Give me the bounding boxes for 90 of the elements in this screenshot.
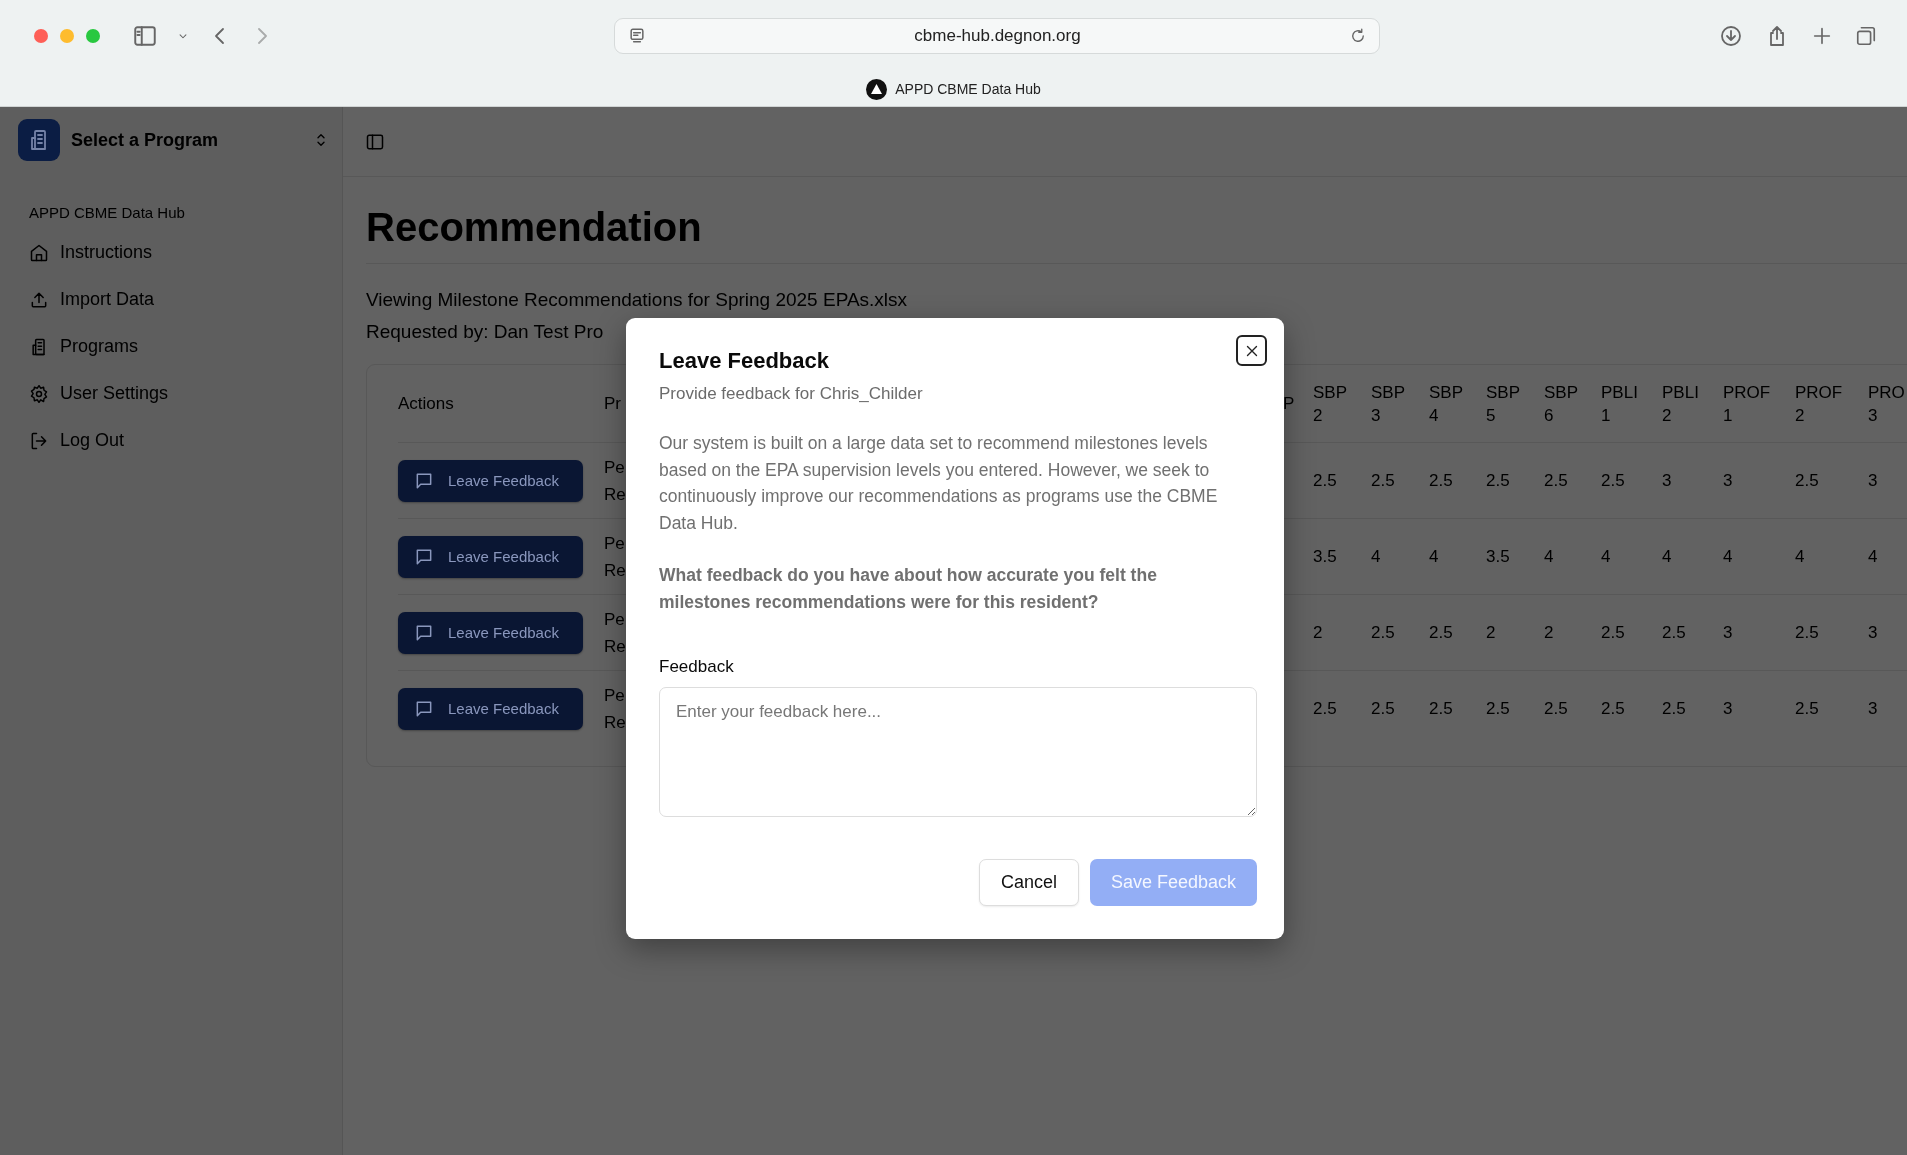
gear-icon <box>29 383 49 404</box>
table-cell: 2.5 <box>1313 698 1337 718</box>
site-logo-icon <box>866 78 888 100</box>
table-cell: 2.5 <box>1662 622 1686 642</box>
sidebar-item[interactable]: Log Out <box>29 417 125 464</box>
leave-feedback-button[interactable]: Leave Feedback <box>398 535 583 578</box>
feedback-question: What feedback do you have about how accurate you felt the milestones recommendations were for this resident? <box>659 564 1158 614</box>
dialog-subtitle: Provide feedback for Chris_Childer <box>659 384 923 404</box>
close-window-button[interactable] <box>34 29 48 43</box>
sidebar-item[interactable]: User Settings <box>29 370 169 417</box>
table-cell: 3 <box>1868 622 1878 642</box>
table-cell: 4 <box>1429 546 1439 566</box>
leave-feedback-button[interactable]: Leave Feedback <box>398 687 583 730</box>
table-cell-text: Pe Re <box>604 608 626 658</box>
address-bar[interactable]: cbme-hub.degnon.org <box>613 18 1380 54</box>
sidebar-item[interactable]: Programs <box>29 323 139 370</box>
column-header: PBLI 1 <box>1601 381 1638 427</box>
column-header: SBP 6 <box>1544 381 1578 427</box>
page-title: Recommendation <box>366 177 1907 264</box>
column-header: PBLI 2 <box>1662 381 1699 427</box>
table-cell: 3 <box>1723 698 1733 718</box>
table-cell: 3 <box>1723 622 1733 642</box>
table-cell: 2.5 <box>1795 622 1819 642</box>
table-cell: 2.5 <box>1601 698 1625 718</box>
column-header: P <box>1283 393 1295 415</box>
table-cell: 4 <box>1601 546 1611 566</box>
feedback-field[interactable]: Enter your feedback here... <box>659 687 1257 817</box>
leave-feedback-button[interactable]: Leave Feedback <box>398 611 583 654</box>
column-header: Pr <box>604 393 621 415</box>
column-header: SBP 5 <box>1486 381 1520 427</box>
table-cell: 3.5 <box>1313 546 1337 566</box>
section-label: APPD CBME Data Hub <box>29 204 185 221</box>
table-cell: 4 <box>1723 546 1733 566</box>
table-cell: 2.5 <box>1313 470 1337 490</box>
table-cell: 2 <box>1544 622 1554 642</box>
table-cell: 3 <box>1868 698 1878 718</box>
table-cell: 2.5 <box>1371 698 1395 718</box>
column-header: SBP 2 <box>1313 381 1347 427</box>
field-label: Feedback <box>659 657 734 677</box>
tabs-overview-icon[interactable] <box>1855 25 1877 47</box>
table-cell: 3 <box>1868 470 1878 490</box>
program-selector[interactable]: Select a Program <box>18 118 330 162</box>
leave-feedback-button[interactable]: Leave Feedback <box>398 459 583 502</box>
home-icon <box>29 242 49 263</box>
dialog-description: Our system is built on a large data set to recommend milestones levels based on the EPA supervision levels you entered. However, we seek to continuously improve our recommendations as programs use the CBME Data Hub. <box>659 432 1219 535</box>
tab-title[interactable]: APPD CBME Data Hub <box>895 81 1041 97</box>
table-cell: 2.5 <box>1544 698 1568 718</box>
table-cell: 2.5 <box>1601 470 1625 490</box>
table-cell: 2.5 <box>1795 470 1819 490</box>
column-header: SBP 4 <box>1429 381 1463 427</box>
table-cell: 3 <box>1662 470 1672 490</box>
table-cell: 3 <box>1723 470 1733 490</box>
sidebar-toggle-icon[interactable] <box>132 23 158 49</box>
logout-icon <box>29 430 49 451</box>
cancel-button[interactable]: Cancel <box>978 859 1079 906</box>
column-header: Actions <box>398 393 454 415</box>
table-cell: 2.5 <box>1486 698 1510 718</box>
table-cell: 4 <box>1544 546 1554 566</box>
download-icon[interactable] <box>1719 24 1743 48</box>
sidebar-item[interactable]: Import Data <box>29 276 155 323</box>
table-cell: 4 <box>1868 546 1878 566</box>
info-text: Viewing Milestone Recommendations for Spring 2025 EPAs.xlsx <box>366 288 908 312</box>
sidebar-item[interactable]: Instructions <box>29 229 153 276</box>
table-cell-text: Pe Re <box>604 456 626 506</box>
new-tab-icon[interactable] <box>1811 25 1833 47</box>
table-cell: 2.5 <box>1371 622 1395 642</box>
close-button[interactable] <box>1236 335 1267 366</box>
table-cell: 4 <box>1662 546 1672 566</box>
table-cell: 2.5 <box>1371 470 1395 490</box>
table-cell: 2.5 <box>1429 698 1453 718</box>
table-cell: 4 <box>1795 546 1805 566</box>
table-cell-text: Pe Re <box>604 532 626 582</box>
table-cell: 2.5 <box>1662 698 1686 718</box>
table-cell: 2.5 <box>1544 470 1568 490</box>
table-cell: 2 <box>1313 622 1323 642</box>
column-header: PROF 1 <box>1723 381 1771 427</box>
table-cell: 4 <box>1371 546 1381 566</box>
table-cell: 2 <box>1486 622 1496 642</box>
info-text: Requested by: Dan Test Pro <box>366 320 604 344</box>
table-cell: 2.5 <box>1429 470 1453 490</box>
table-cell: 2.5 <box>1601 622 1625 642</box>
column-header: PRO 3 <box>1868 381 1905 427</box>
table-cell-text: Pe Re <box>604 684 626 734</box>
column-header: SBP 3 <box>1371 381 1405 427</box>
dialog-title: Leave Feedback <box>659 348 829 374</box>
column-header: PROF 2 <box>1795 381 1843 427</box>
table-cell: 2.5 <box>1795 698 1819 718</box>
table-cell: 3.5 <box>1486 546 1510 566</box>
table-cell: 2.5 <box>1486 470 1510 490</box>
table-cell: 2.5 <box>1429 622 1453 642</box>
